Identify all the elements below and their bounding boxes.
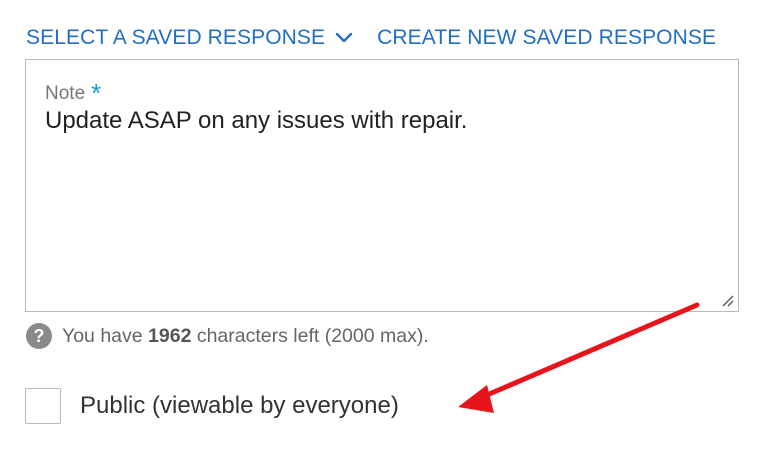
chevron-down-icon [335,32,353,44]
char-count-suffix: characters left (2000 max). [191,324,429,347]
create-new-saved-response-label: CREATE NEW SAVED RESPONSE [377,26,717,49]
select-saved-response-label: SELECT A SAVED RESPONSE [26,26,326,49]
note-text-value: Update ASAP on any issues with repair. [45,107,468,134]
public-option: Public (viewable by everyone) [25,388,399,424]
note-label-text: Note [45,83,86,104]
create-new-saved-response-link[interactable]: CREATE NEW SAVED RESPONSE [377,26,716,50]
note-textarea[interactable]: Note * Update ASAP on any issues with rep… [25,59,739,312]
character-count-help: ? You have 1962 characters left (2000 ma… [26,323,429,349]
note-field-label: Note * [45,75,102,108]
select-saved-response-dropdown[interactable]: SELECT A SAVED RESPONSE [26,26,353,50]
saved-response-links: SELECT A SAVED RESPONSE CREATE NEW SAVED… [26,26,750,50]
public-checkbox-label[interactable]: Public (viewable by everyone) [80,392,399,420]
public-checkbox[interactable] [25,388,61,424]
question-mark-icon: ? [26,323,52,349]
char-count-remaining: 1962 [148,324,192,347]
char-count-prefix: You have [62,324,149,347]
resize-handle-icon[interactable] [720,293,734,307]
required-asterisk: * [91,78,102,108]
